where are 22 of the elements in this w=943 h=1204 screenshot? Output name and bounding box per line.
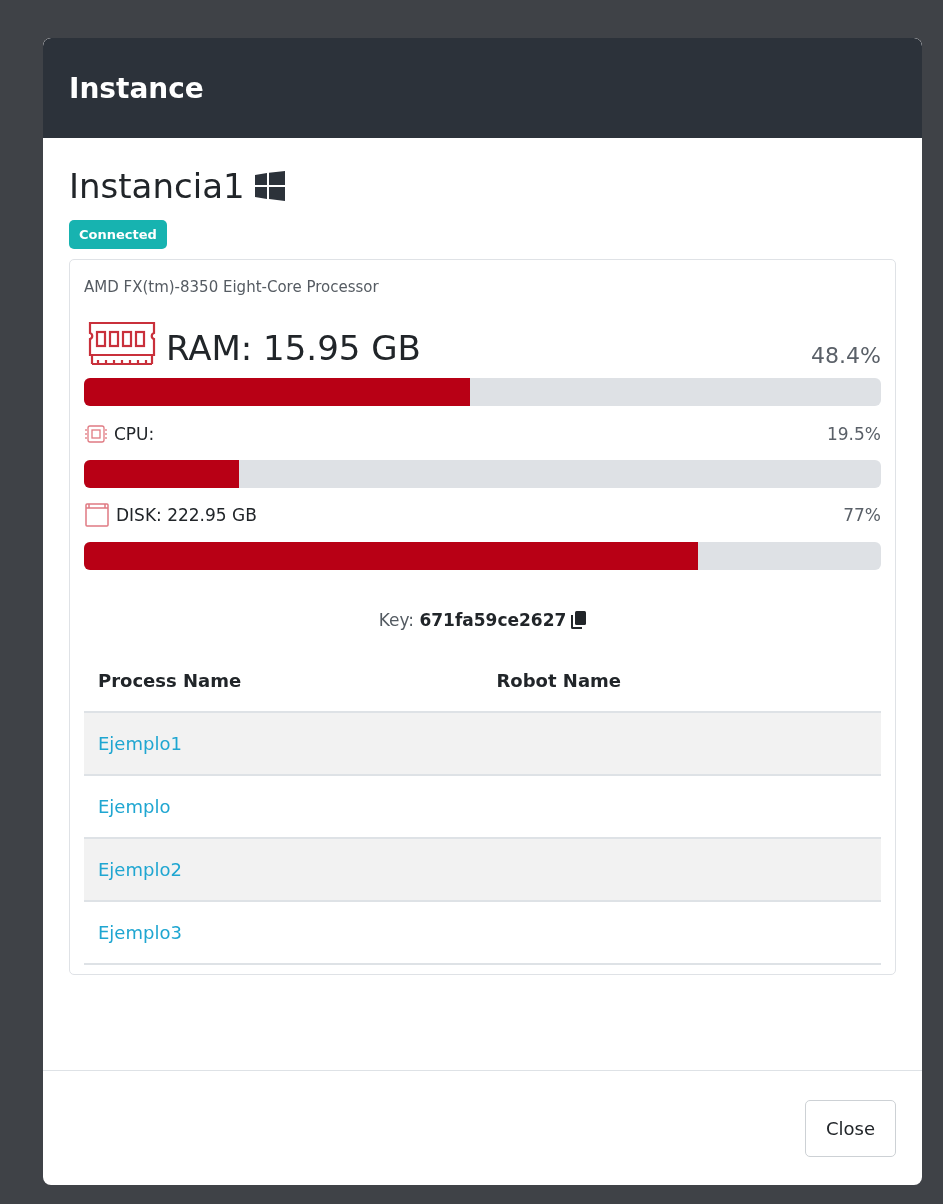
- metric-label: DISK: 222.95 GB: [116, 505, 258, 525]
- instance-name: Instancia1: [69, 166, 245, 206]
- metric-label: RAM: 15.95 GB: [166, 328, 422, 368]
- close-button[interactable]: Close: [804, 1099, 896, 1157]
- processor-name: AMD FX(tm)-8350 Eight-Core Processor: [84, 278, 380, 296]
- status-badge: Connected: [69, 220, 167, 249]
- process-link[interactable]: Ejemplo3: [98, 922, 182, 943]
- windows-icon: [254, 171, 285, 201]
- modal-title: Instance: [69, 71, 204, 105]
- column-header: Process Name: [84, 660, 483, 712]
- metric-label: CPU:: [114, 424, 156, 444]
- process-link[interactable]: Ejemplo2: [98, 859, 182, 880]
- column-header: Robot Name: [482, 660, 881, 712]
- metric-reading: 19.5%: [827, 424, 881, 444]
- drive-icon: [84, 502, 110, 528]
- metric-reading: 48.4%: [811, 343, 881, 368]
- copy-icon[interactable]: [570, 611, 587, 629]
- chip-icon: [84, 422, 108, 446]
- process-link[interactable]: Ejemplo1: [98, 733, 182, 754]
- instance-key: Key: 671fa59ce2627: [378, 610, 567, 630]
- metric-reading: 77%: [843, 505, 881, 525]
- process-link[interactable]: Ejemplo: [98, 796, 171, 817]
